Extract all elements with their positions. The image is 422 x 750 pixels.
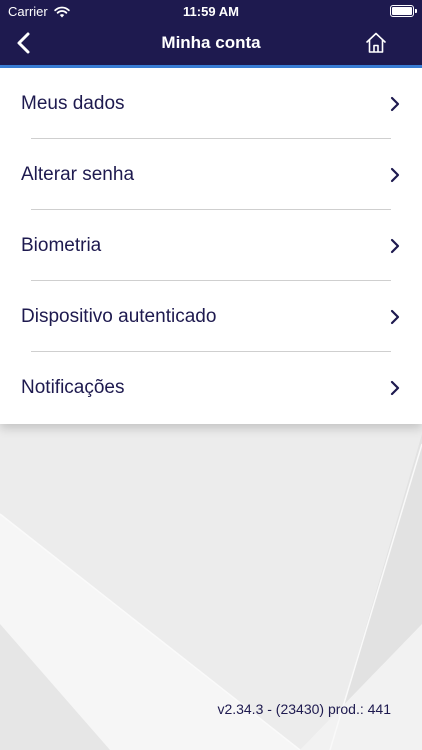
chevron-right-icon [390, 380, 400, 396]
menu-item-meus-dados[interactable]: Meus dados [0, 68, 422, 139]
menu-item-label: Biometria [21, 234, 102, 256]
menu-item-notificacoes[interactable]: Notificações [0, 352, 422, 423]
menu-item-label: Alterar senha [21, 163, 135, 185]
chevron-right-icon [390, 238, 400, 254]
menu-item-label: Dispositivo autenticado [21, 305, 217, 327]
battery-full-icon [390, 5, 417, 17]
chevron-right-icon [390, 96, 400, 112]
nav-bar: Minha conta [0, 22, 422, 65]
menu-item-dispositivo-autenticado[interactable]: Dispositivo autenticado [0, 281, 422, 352]
chevron-right-icon [390, 167, 400, 183]
menu-item-label: Notificações [21, 376, 125, 398]
account-menu: Meus dados Alterar senha Biometria Dispo… [0, 68, 422, 424]
menu-item-biometria[interactable]: Biometria [0, 210, 422, 281]
battery-level [392, 7, 412, 15]
status-bar: Carrier 11:59 AM [0, 0, 422, 22]
menu-item-label: Meus dados [21, 92, 125, 114]
app-version: v2.34.3 - (23430) prod.: 441 [217, 701, 391, 717]
status-time: 11:59 AM [183, 4, 239, 19]
home-icon[interactable] [364, 30, 388, 56]
menu-item-alterar-senha[interactable]: Alterar senha [0, 139, 422, 210]
page-title: Minha conta [161, 33, 261, 52]
chevron-right-icon [390, 309, 400, 325]
